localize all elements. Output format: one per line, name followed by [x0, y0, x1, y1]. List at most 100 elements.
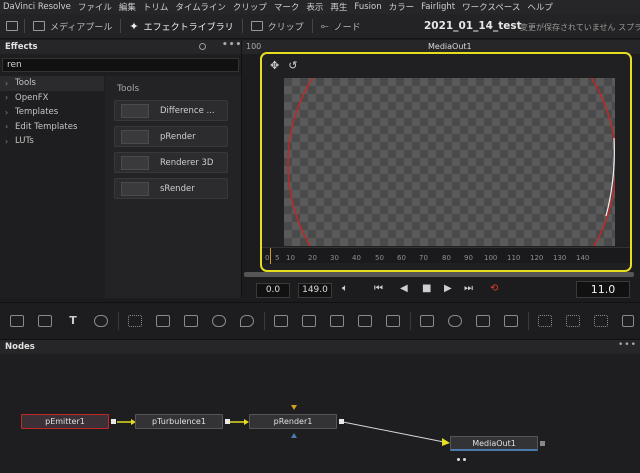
panel-toggle-button[interactable] [0, 14, 24, 38]
menu-workspace[interactable]: ワークスペース [462, 1, 520, 13]
output-port[interactable] [111, 419, 116, 424]
particle-trail [605, 137, 615, 217]
magic-wand-icon: ✦ [129, 19, 139, 33]
tool-label: pRender [160, 131, 196, 142]
menu-edit[interactable]: 編集 [119, 1, 136, 13]
ruler-tick: 20 [308, 254, 317, 262]
nodes-button[interactable]: ⟜ ノード [313, 14, 369, 38]
menu-clip[interactable]: クリップ [233, 1, 267, 13]
start-time-field[interactable]: 0.0 [256, 283, 290, 298]
loop-icon[interactable]: ⟲ [490, 283, 498, 294]
menu-file[interactable]: ファイル [78, 1, 112, 13]
prender-tool-icon[interactable] [594, 315, 608, 327]
panel-toggle-icon [6, 21, 18, 31]
tree-item-edit-templates[interactable]: › Edit Templates [0, 120, 104, 135]
fusion-tools-toolbar: T [0, 302, 640, 340]
channel-booleans-icon[interactable] [302, 315, 316, 327]
tool-renderer-3d[interactable]: Renderer 3D [114, 152, 228, 173]
go-to-end-icon[interactable]: ⏭︎ [464, 283, 473, 294]
move-icon[interactable]: ✥ [270, 59, 279, 72]
tool-prender[interactable]: pRender [114, 126, 228, 147]
pemitter-tool-icon[interactable] [538, 315, 552, 327]
menu-timeline[interactable]: タイムライン [175, 1, 225, 13]
ruler-tick: 130 [553, 254, 567, 262]
menu-view[interactable]: 表示 [306, 1, 323, 13]
search-icon[interactable] [199, 43, 206, 50]
ruler-tick: 120 [530, 254, 544, 262]
tree-item-luts[interactable]: › LUTs [0, 134, 104, 149]
output-port[interactable] [339, 419, 344, 424]
play-reverse-icon[interactable]: ◀︎ [400, 283, 408, 294]
clips-icon [250, 21, 263, 31]
tool-thumbnail-icon [121, 129, 149, 144]
menu-mark[interactable]: マーク [274, 1, 300, 13]
node-prender1[interactable]: pRender1 [249, 414, 337, 429]
view-dot-icon [462, 458, 466, 461]
ellipse-mask-icon[interactable] [448, 315, 462, 327]
output-port[interactable] [540, 441, 545, 446]
resize-tool-icon[interactable] [386, 315, 400, 327]
play-icon[interactable]: ▶︎ [444, 283, 452, 294]
particles-tool-icon[interactable] [128, 315, 142, 327]
rectangle-mask-icon[interactable] [420, 315, 434, 327]
tool-difference-keyer[interactable]: Difference ... [114, 100, 228, 121]
gradient-tool-icon[interactable] [156, 315, 170, 327]
tree-item-tools[interactable]: › Tools [0, 76, 104, 91]
more-options-icon[interactable]: ••• [618, 340, 637, 350]
tree-item-templates[interactable]: › Templates [0, 105, 104, 120]
tool-label: Renderer 3D [160, 157, 214, 168]
menu-fusion[interactable]: Fusion [354, 2, 381, 12]
transform-tool-icon[interactable] [358, 315, 372, 327]
tool-srender[interactable]: sRender [114, 178, 228, 199]
reset-view-icon[interactable]: ↺ [288, 59, 297, 72]
menu-playback[interactable]: 再生 [330, 1, 347, 13]
go-to-start-icon[interactable]: ⏮︎ [374, 283, 383, 294]
nodes-title: Nodes [5, 342, 35, 352]
text-tool-icon[interactable]: T [66, 315, 80, 327]
playhead[interactable] [270, 248, 271, 264]
merge-tool-icon[interactable] [274, 315, 288, 327]
node-pturbulence1[interactable]: pTurbulence1 [135, 414, 223, 429]
viewer-timeline-ruler[interactable]: 0 5 10 20 30 40 50 60 70 80 90 100 110 1… [262, 247, 630, 264]
tree-item-openfx[interactable]: › OpenFX [0, 91, 104, 106]
particle-preview [287, 78, 615, 246]
bspline-mask-icon[interactable] [504, 315, 518, 327]
menu-app[interactable]: DaVinci Resolve [3, 2, 71, 12]
chevron-right-icon: › [5, 78, 9, 88]
more-options-icon[interactable]: ••• [222, 40, 242, 50]
node-pemitter1[interactable]: pEmitter1 [21, 414, 109, 429]
more-tools-icon[interactable] [622, 315, 634, 327]
toolbar-divider [528, 312, 529, 330]
ruler-tick: 70 [419, 254, 428, 262]
node-mediaout1[interactable]: MediaOut1 [450, 436, 538, 451]
timeline-scrollbar[interactable] [244, 272, 634, 277]
output-port[interactable] [225, 419, 230, 424]
menu-fairlight[interactable]: Fairlight [421, 2, 455, 12]
pturbulence-tool-icon[interactable] [566, 315, 580, 327]
paint-tool-icon[interactable] [38, 315, 52, 327]
droplet-tool-icon[interactable] [240, 315, 254, 327]
volume-icon[interactable]: 🔈︎ [342, 283, 348, 294]
end-time-field[interactable]: 149.0 [298, 283, 332, 298]
blur-tool-icon[interactable] [184, 315, 198, 327]
effects-search-input[interactable]: ren [2, 58, 239, 72]
stop-icon[interactable]: ■ [422, 283, 431, 294]
matte-tool-icon[interactable] [330, 315, 344, 327]
viewer-canvas[interactable] [284, 78, 615, 246]
brush-tool-icon[interactable] [94, 315, 108, 327]
menu-trim[interactable]: トリム [143, 1, 169, 13]
media-pool-button[interactable]: メディアプール [25, 14, 120, 38]
node-editor[interactable]: pEmitter1 pTurbulence1 pRender1 MediaOut… [0, 354, 640, 473]
spline-label[interactable]: スプラ [618, 23, 640, 32]
current-frame-field[interactable]: 11.0 [576, 281, 630, 298]
background-tool-icon[interactable] [10, 315, 24, 327]
view-indicator-icon [457, 454, 467, 461]
viewer-zoom[interactable]: 100 [246, 42, 261, 51]
effects-library-button[interactable]: ✦ エフェクトライブラリ [121, 14, 241, 38]
polygon-mask-icon[interactable] [476, 315, 490, 327]
menu-color[interactable]: カラー [389, 1, 415, 13]
glow-tool-icon[interactable] [212, 315, 226, 327]
clips-button[interactable]: クリップ [243, 14, 312, 38]
menu-help[interactable]: ヘルプ [527, 1, 553, 13]
viewer-name: MediaOut1 [428, 42, 472, 51]
